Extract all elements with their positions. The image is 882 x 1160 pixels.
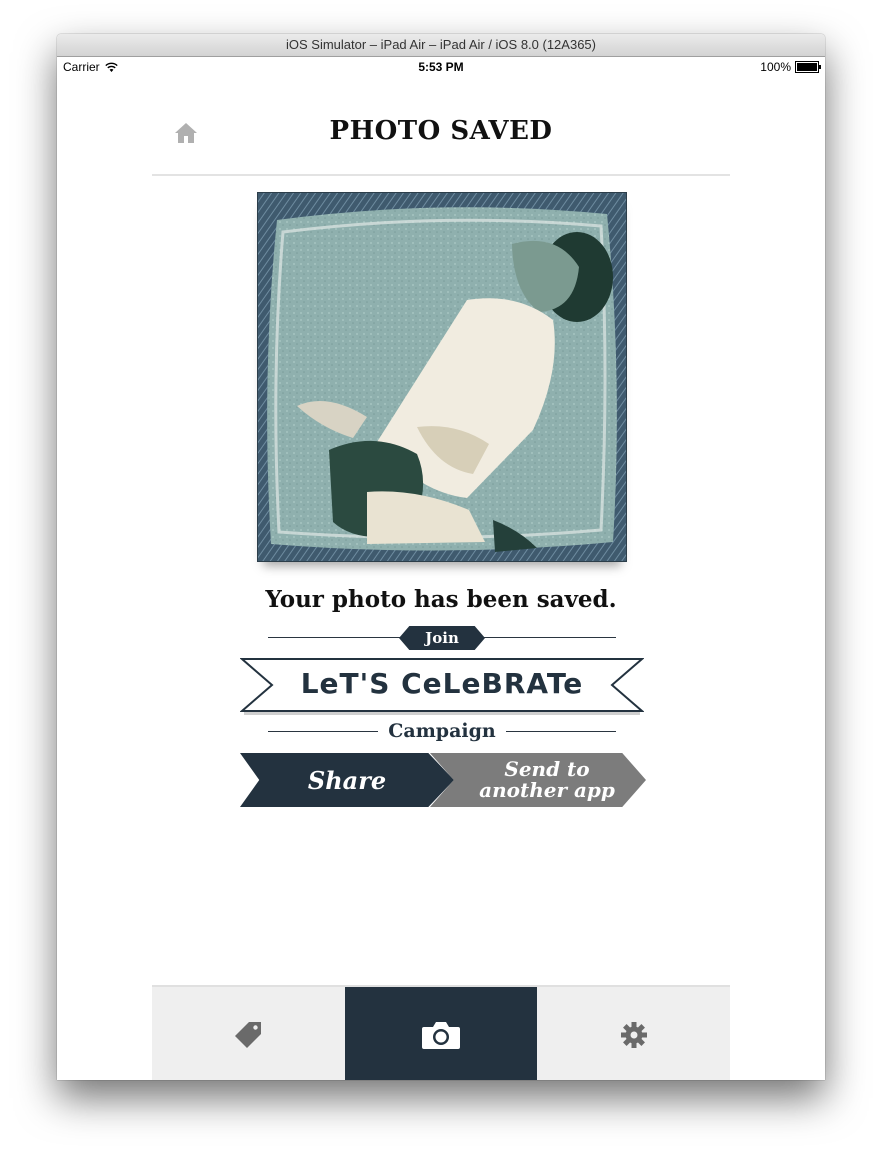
- campaign-label: Campaign: [268, 720, 616, 742]
- clock: 5:53 PM: [418, 60, 464, 74]
- send-to-app-label: Send to another app: [479, 757, 615, 802]
- tab-tags[interactable]: [152, 987, 345, 1080]
- status-right: 100%: [760, 60, 821, 74]
- campaign-row: Campaign: [268, 720, 616, 744]
- banner-text: LeT'S CeLeBRATe: [300, 667, 584, 700]
- battery-percent: 100%: [760, 60, 791, 74]
- status-bar: Carrier 5:53 PM 100%: [57, 57, 825, 77]
- saved-photo: [256, 191, 628, 563]
- celebrate-banner[interactable]: LeT'S CeLeBRATe: [239, 657, 645, 717]
- page-title: PHOTO SAVED: [329, 116, 553, 146]
- send-to-app-button[interactable]: Send to another app: [430, 753, 646, 807]
- photo-artwork: [256, 191, 628, 563]
- join-row: Join: [268, 626, 616, 650]
- window-title: iOS Simulator – iPad Air – iPad Air / iO…: [57, 34, 825, 57]
- tab-settings[interactable]: [537, 987, 730, 1080]
- saved-message: Your photo has been saved.: [265, 586, 617, 613]
- tag-icon: [235, 1021, 262, 1048]
- simulator-window: iOS Simulator – iPad Air – iPad Air / iO…: [57, 34, 825, 1080]
- page-header: PHOTO SAVED: [152, 106, 730, 176]
- share-button[interactable]: Share: [240, 753, 454, 807]
- gear-icon: [620, 1021, 647, 1048]
- battery-icon: [795, 61, 821, 73]
- tab-bar: [152, 985, 730, 1080]
- camera-icon: [422, 1021, 460, 1049]
- tab-camera[interactable]: [344, 987, 538, 1080]
- join-label: Join: [399, 626, 485, 650]
